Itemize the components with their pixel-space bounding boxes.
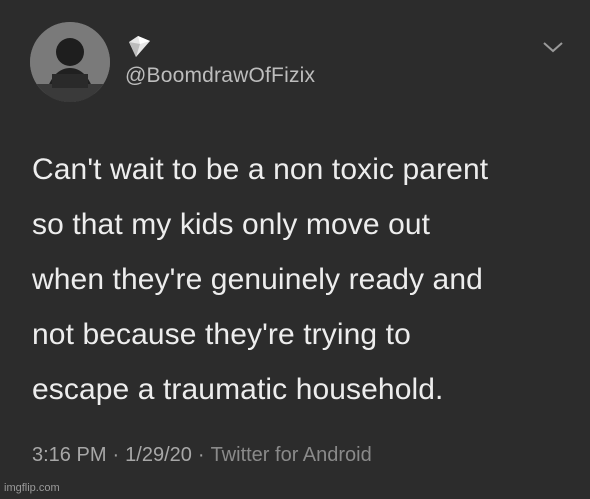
user-handle[interactable]: @BoomdrawOfFizix	[125, 64, 315, 88]
watermark: imgflip.com	[4, 482, 60, 494]
tweet-card: @BoomdrawOfFizix Can't wait to be a non …	[0, 0, 590, 499]
chevron-down-icon[interactable]	[540, 38, 566, 56]
shard-emoji-icon	[126, 32, 156, 60]
tweet-time[interactable]: 3:16 PM	[32, 444, 106, 466]
separator: ·	[112, 444, 120, 466]
tweet-metadata: 3:16 PM · 1/29/20 · Twitter for Android	[32, 444, 372, 467]
separator: ·	[197, 444, 205, 466]
avatar[interactable]	[30, 22, 110, 102]
tweet-text: Can't wait to be a non toxic parent so t…	[32, 153, 489, 406]
avatar-image	[30, 22, 110, 102]
tweet-date[interactable]: 1/29/20	[125, 444, 192, 466]
tweet-source[interactable]: Twitter for Android	[211, 444, 372, 466]
